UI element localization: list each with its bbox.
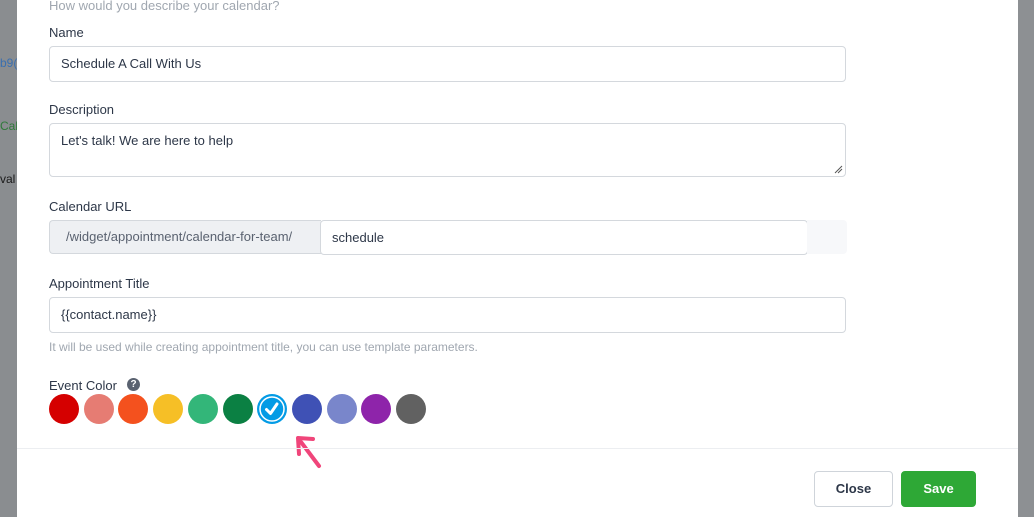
color-swatch[interactable]	[361, 394, 392, 424]
calendar-url-addon	[807, 220, 847, 254]
color-swatch[interactable]	[222, 394, 253, 424]
description-hint: How would you describe your calendar?	[49, 0, 280, 13]
color-swatch[interactable]	[187, 394, 218, 424]
edit-calendar-modal: How would you describe your calendar? Na…	[17, 0, 1018, 517]
appointment-title-label: Appointment Title	[49, 276, 150, 291]
calendar-url-prefix: /widget/appointment/calendar-for-team/	[49, 220, 321, 254]
footer-divider	[17, 448, 1018, 449]
color-swatch[interactable]	[49, 394, 79, 424]
checkmark-icon	[259, 396, 285, 422]
color-swatch[interactable]	[396, 394, 426, 424]
annotation-arrow-icon	[296, 436, 321, 468]
appointment-title-help: It will be used while creating appointme…	[49, 340, 478, 354]
calendar-url-input[interactable]: schedule	[320, 220, 808, 255]
help-icon[interactable]: ?	[127, 378, 140, 391]
background-text: val	[0, 172, 16, 186]
save-button[interactable]: Save	[901, 471, 976, 507]
resize-grip-icon[interactable]	[833, 164, 843, 174]
color-swatch[interactable]	[291, 394, 322, 424]
name-input[interactable]: Schedule A Call With Us	[49, 46, 846, 82]
background-text: Cal	[0, 119, 18, 133]
calendar-url-label: Calendar URL	[49, 199, 132, 214]
color-swatch[interactable]	[153, 394, 184, 424]
description-value: Let's talk! We are here to help	[61, 133, 234, 148]
color-swatch[interactable]	[83, 394, 114, 424]
backdrop-edge	[1018, 0, 1034, 517]
color-swatch[interactable]	[326, 394, 357, 424]
color-swatch[interactable]	[257, 394, 288, 424]
appointment-title-input[interactable]: {{contact.name}}	[49, 297, 846, 333]
color-swatch[interactable]	[118, 394, 149, 424]
description-label: Description	[49, 102, 115, 117]
description-textarea[interactable]: Let's talk! We are here to help	[49, 123, 846, 177]
close-button[interactable]: Close	[814, 471, 893, 507]
name-label: Name	[49, 25, 84, 40]
background-text: b9(	[0, 56, 18, 70]
event-color-label: Event Color	[49, 378, 117, 393]
